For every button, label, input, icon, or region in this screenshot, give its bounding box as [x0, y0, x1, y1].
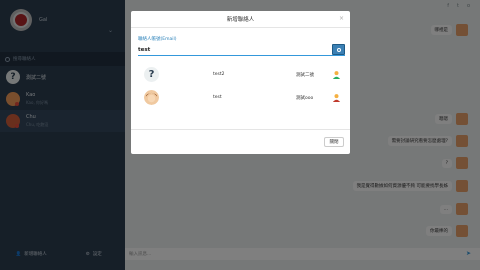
result-account: test2	[213, 72, 225, 77]
add-user-icon[interactable]	[332, 93, 341, 102]
modal-title: 新增聯絡人	[226, 17, 255, 23]
close-icon[interactable]: ×	[339, 15, 344, 22]
search-result-row: test 測試ooo	[138, 86, 343, 109]
modal-footer: 關閉	[131, 129, 350, 154]
result-nickname: 測試ooo	[296, 95, 314, 101]
result-account: test	[213, 95, 222, 100]
add-user-icon[interactable]	[332, 70, 341, 79]
close-button[interactable]: 關閉	[324, 137, 344, 147]
email-field-label: 聯絡人帳號(Email)	[138, 37, 177, 42]
email-search-input[interactable]: test	[138, 47, 150, 53]
email-search-field[interactable]: test	[138, 44, 345, 56]
add-contact-modal: 新增聯絡人 × 聯絡人帳號(Email) test ? test2 測試二號 t…	[131, 11, 350, 154]
result-nickname: 測試二號	[296, 72, 314, 78]
question-avatar-icon: ?	[144, 67, 159, 82]
user-avatar-icon	[144, 90, 159, 105]
modal-header: 新增聯絡人 ×	[131, 11, 350, 28]
search-result-row: ? test2 測試二號	[138, 63, 343, 86]
search-icon	[336, 47, 341, 52]
search-button[interactable]	[332, 44, 345, 55]
